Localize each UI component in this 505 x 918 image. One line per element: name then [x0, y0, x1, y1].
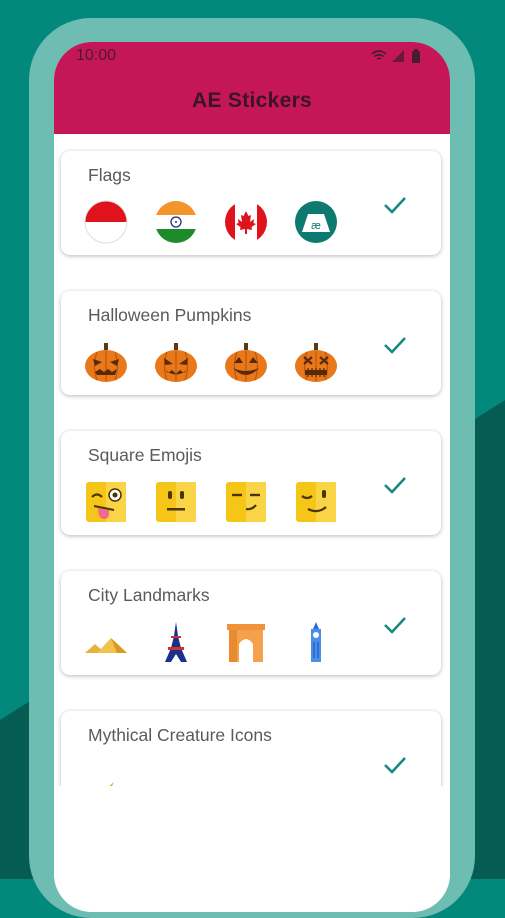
- phoenix-wing-icon: [84, 760, 128, 786]
- canada-flag-icon: [224, 200, 268, 244]
- pumpkin-angry-icon: [84, 340, 128, 384]
- pack-card-city-landmarks[interactable]: City Landmarks: [61, 571, 441, 675]
- app-bar: 10:00 AE Stickers: [54, 42, 450, 134]
- pumpkin-scary-icon: [154, 340, 198, 384]
- pyramids-icon: [84, 620, 128, 664]
- pumpkin-stitched-icon: [294, 340, 338, 384]
- square-neutral-emoji-icon: [154, 480, 198, 524]
- square-wink-emoji-icon: [294, 480, 338, 524]
- svg-text:æ: æ: [311, 220, 321, 232]
- india-gate-icon: [224, 620, 268, 664]
- check-icon: [384, 757, 406, 774]
- check-icon: [384, 197, 406, 214]
- pumpkin-smile-icon: [224, 340, 268, 384]
- ae-logo-icon: æ: [294, 200, 338, 244]
- pack-card-square-emojis[interactable]: Square Emojis: [61, 431, 441, 535]
- check-icon: [384, 337, 406, 354]
- sticker-pack-list[interactable]: Flags æ Halloween Pumpkins Square Emojis…: [54, 134, 450, 786]
- indonesia-flag-icon: [84, 200, 128, 244]
- big-ben-icon: [294, 620, 338, 664]
- square-smug-emoji-icon: [224, 480, 268, 524]
- pack-title: Square Emojis: [88, 445, 202, 465]
- square-tongue-emoji-icon: [84, 480, 128, 524]
- status-icons: [371, 49, 420, 63]
- app-title: AE Stickers: [191, 89, 313, 112]
- battery-icon: [412, 51, 420, 63]
- signal-icon: [392, 50, 404, 62]
- pack-card-halloween-pumpkins[interactable]: Halloween Pumpkins: [61, 291, 441, 395]
- pack-title: Halloween Pumpkins: [88, 305, 252, 325]
- check-icon: [384, 617, 406, 634]
- dragon-icon: [224, 760, 268, 786]
- india-flag-icon: [154, 200, 198, 244]
- phone-screen: 10:00 AE Stickers Flags æ Halloween Pump…: [54, 42, 450, 912]
- pack-title: City Landmarks: [88, 585, 210, 605]
- pack-card-mythical-creatures[interactable]: Mythical Creature Icons: [61, 711, 441, 786]
- wifi-icon: [371, 50, 387, 60]
- check-icon: [384, 477, 406, 494]
- bottom-blank-area: [54, 786, 450, 912]
- winged-helmet-icon: [154, 760, 198, 786]
- status-time: 10:00: [76, 47, 117, 64]
- pack-title: Flags: [88, 165, 131, 185]
- pack-card-flags[interactable]: Flags æ: [61, 151, 441, 255]
- pack-title: Mythical Creature Icons: [88, 725, 272, 745]
- eiffel-tower-icon: [154, 620, 198, 664]
